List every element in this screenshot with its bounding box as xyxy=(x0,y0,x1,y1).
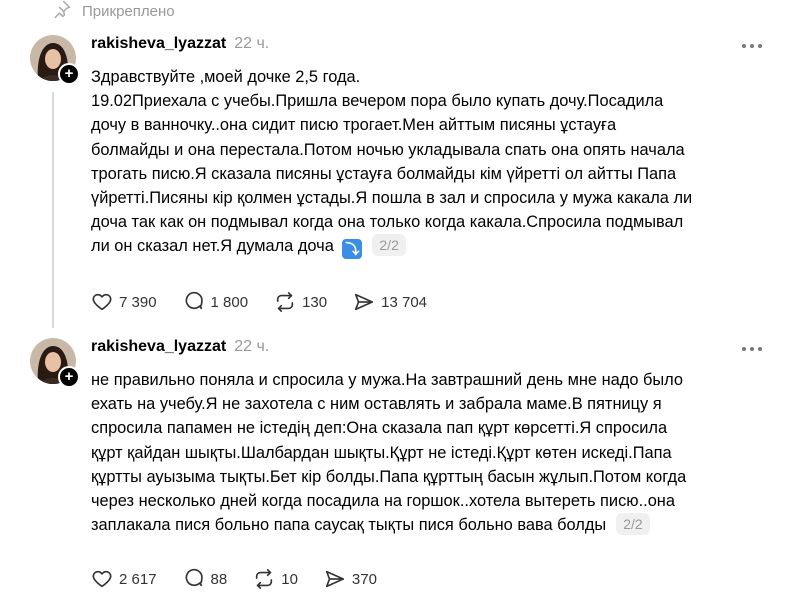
page-counter-badge: 2/2 xyxy=(372,234,406,257)
pin-icon xyxy=(52,0,72,23)
share-icon xyxy=(355,293,374,311)
thread-line xyxy=(52,92,54,328)
username[interactable]: rakisheva_lyazzat xyxy=(91,338,226,356)
like-count: 7 390 xyxy=(119,293,157,311)
post-text: не правильно поняла и спросила у мужа.На… xyxy=(91,371,687,536)
down-arrow-emoji-icon: ⤵ xyxy=(342,239,363,260)
post-text: Здравствуйте ,моей дочке 2,5 года. 19.02… xyxy=(91,68,693,260)
comment-button[interactable]: 1 800 xyxy=(183,291,249,313)
comment-count: 88 xyxy=(210,570,228,588)
post-header: rakisheva_lyazzat 22 ч. xyxy=(91,35,269,53)
more-icon[interactable] xyxy=(742,44,762,48)
share-button[interactable]: 13 704 xyxy=(353,291,427,313)
repost-icon xyxy=(256,569,273,589)
more-icon[interactable] xyxy=(742,347,762,351)
pinned-indicator: Прикреплено xyxy=(52,0,175,22)
repost-count: 10 xyxy=(281,570,298,588)
page-counter-badge: 2/2 xyxy=(616,513,650,536)
comment-icon xyxy=(185,291,203,310)
avatar[interactable]: + xyxy=(30,338,80,388)
comment-button[interactable]: 88 xyxy=(183,568,228,590)
comment-icon xyxy=(185,568,203,587)
follow-plus-icon[interactable]: + xyxy=(58,63,80,85)
post-time[interactable]: 22 ч. xyxy=(234,338,269,356)
post-header: rakisheva_lyazzat 22 ч. xyxy=(91,338,269,356)
share-count: 13 704 xyxy=(381,293,428,311)
post-actions: 7 390 1 800 130 13 704 xyxy=(91,291,453,313)
post-time[interactable]: 22 ч. xyxy=(234,35,269,53)
repost-button[interactable]: 130 xyxy=(274,291,327,313)
post-actions: 2 617 88 10 370 xyxy=(91,568,403,590)
share-button[interactable]: 370 xyxy=(324,568,377,590)
username[interactable]: rakisheva_lyazzat xyxy=(91,35,226,53)
like-button[interactable]: 2 617 xyxy=(91,568,157,590)
heart-icon xyxy=(92,293,112,311)
comment-count: 1 800 xyxy=(210,293,249,311)
repost-button[interactable]: 10 xyxy=(253,568,298,590)
avatar[interactable]: + xyxy=(30,35,80,85)
share-icon xyxy=(325,570,344,588)
pinned-label: Прикреплено xyxy=(82,2,175,20)
share-count: 370 xyxy=(351,570,377,588)
follow-plus-icon[interactable]: + xyxy=(58,366,80,388)
repost-count: 130 xyxy=(302,293,328,311)
like-button[interactable]: 7 390 xyxy=(91,291,157,313)
repost-icon xyxy=(276,292,294,312)
heart-icon xyxy=(92,570,112,588)
like-count: 2 617 xyxy=(119,570,157,588)
